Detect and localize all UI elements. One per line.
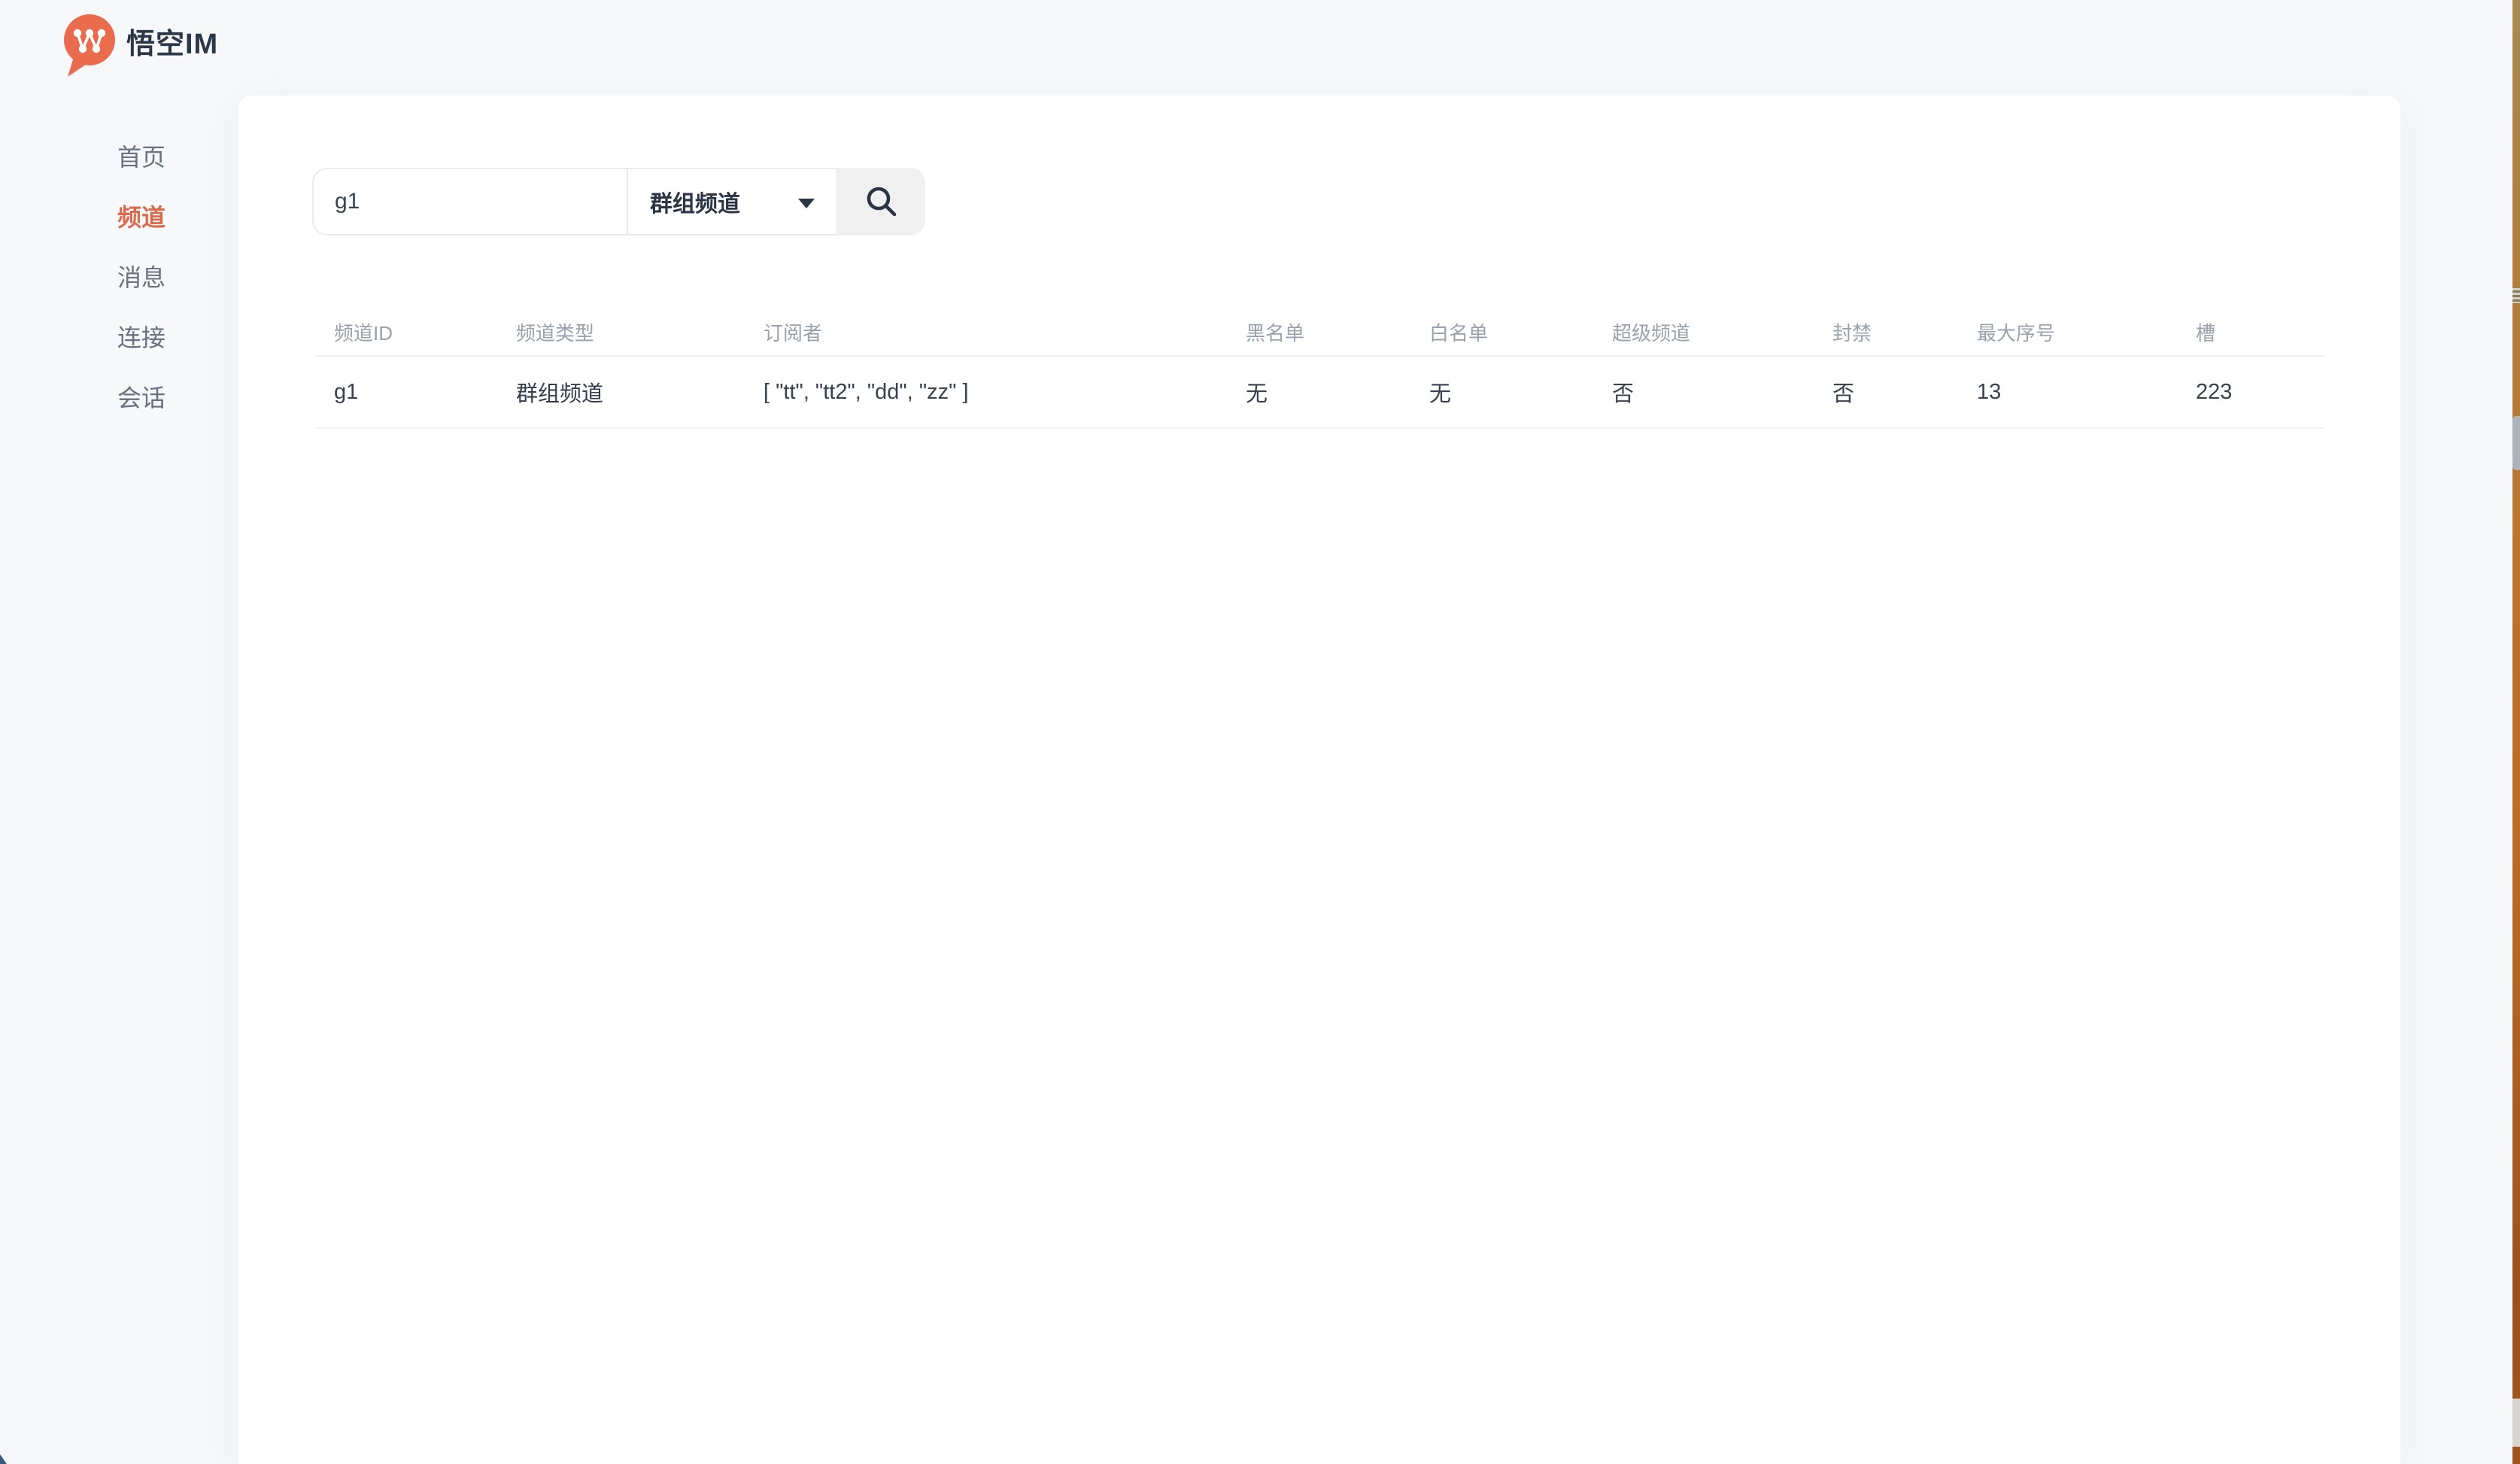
table-header-row: 频道ID频道类型订阅者黑名单白名单超级频道封禁最大序号槽: [316, 308, 2324, 357]
content-panel: 群组频道 频道ID频道类型订阅者黑名单白名单超级频道封禁最大序号槽 g1群组频道…: [238, 96, 2400, 1464]
column-header-subscribers: 订阅者: [764, 318, 1246, 346]
cell-channel_id: g1: [334, 380, 516, 405]
cell-banned: 否: [1832, 376, 1977, 408]
column-header-super_channel: 超级频道: [1612, 318, 1832, 346]
chevron-down-icon: [798, 199, 815, 208]
cell-slot: 223: [2196, 380, 2324, 405]
table-body: g1群组频道[ "tt", "tt2", "dd", "zz" ]无无否否132…: [316, 357, 2324, 429]
sidebar: 首页频道消息连接会话: [0, 0, 238, 1464]
sidebar-item-connection[interactable]: 连接: [0, 306, 238, 366]
column-header-whitelist: 白名单: [1429, 318, 1612, 346]
search-button[interactable]: [838, 168, 925, 235]
sidebar-nav: 首页频道消息连接会话: [0, 126, 238, 427]
column-header-channel_id: 频道ID: [334, 318, 516, 346]
channel-type-select[interactable]: 群组频道: [627, 168, 838, 235]
edge-hatch-artifact: [2512, 288, 2520, 303]
screen-edge-strip: [2512, 0, 2520, 1464]
sidebar-item-conversation[interactable]: 会话: [0, 366, 238, 427]
channel-type-selected-value: 群组频道: [650, 185, 740, 218]
channel-search-bar: 群组频道: [312, 168, 925, 235]
edge-fragment-artifact: [2512, 1399, 2520, 1447]
search-icon: [864, 184, 900, 220]
app-root: 悟空IM 首页频道消息连接会话 群组频道 频道ID频道类型订阅者黑名单白名单超级…: [0, 0, 2520, 1464]
column-header-channel_type: 频道类型: [516, 318, 764, 346]
column-header-slot: 槽: [2196, 318, 2324, 346]
cell-channel_type: 群组频道: [516, 376, 764, 408]
cell-whitelist: 无: [1429, 376, 1612, 408]
cell-max_seq: 13: [1977, 380, 2196, 405]
cell-super_channel: 否: [1612, 376, 1832, 408]
channels-table: 频道ID频道类型订阅者黑名单白名单超级频道封禁最大序号槽 g1群组频道[ "tt…: [316, 308, 2324, 429]
edge-scrollbar-thumb-artifact: [2512, 416, 2520, 470]
sidebar-item-home[interactable]: 首页: [0, 126, 238, 186]
channel-id-search-input[interactable]: [312, 168, 628, 235]
column-header-blacklist: 黑名单: [1246, 318, 1429, 346]
cell-blacklist: 无: [1246, 376, 1429, 408]
cell-subscribers: [ "tt", "tt2", "dd", "zz" ]: [764, 380, 1246, 405]
table-row: g1群组频道[ "tt", "tt2", "dd", "zz" ]无无否否132…: [316, 357, 2324, 429]
sidebar-item-message[interactable]: 消息: [0, 246, 238, 306]
column-header-max_seq: 最大序号: [1977, 318, 2196, 346]
sidebar-item-channel[interactable]: 频道: [0, 186, 238, 246]
column-header-banned: 封禁: [1832, 318, 1977, 346]
